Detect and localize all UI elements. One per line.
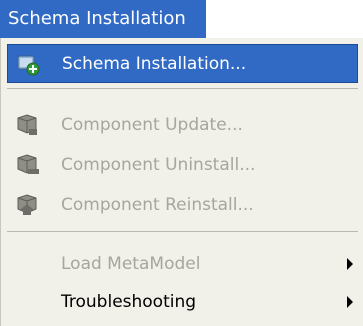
menu-item-component-update[interactable]: Component Update... [7, 105, 358, 144]
schema-install-icon [16, 53, 42, 77]
component-uninstall-icon [15, 153, 41, 177]
menu-separator [7, 231, 358, 233]
menu-separator [7, 88, 358, 90]
menu-item-label: Component Reinstall... [61, 194, 254, 215]
menu-item-troubleshooting[interactable]: Troubleshooting [7, 282, 358, 321]
menu-item-label: Schema Installation... [62, 53, 247, 74]
menu-item-load-metamodel[interactable]: Load MetaModel [7, 244, 358, 283]
menu-item-label: Load MetaModel [61, 253, 201, 274]
component-update-icon [15, 113, 41, 137]
submenu-arrow-icon [347, 257, 353, 270]
menu-item-label: Component Uninstall... [61, 154, 256, 175]
menu-item-component-uninstall[interactable]: Component Uninstall... [7, 145, 358, 184]
menu-item-component-reinstall[interactable]: Component Reinstall... [7, 185, 358, 224]
menu-item-label: Troubleshooting [61, 291, 197, 312]
menu-item-label: Component Update... [61, 114, 243, 135]
menu-item-schema-installation[interactable]: Schema Installation... [7, 44, 358, 83]
submenu-arrow-icon [347, 295, 353, 308]
menubar-schema-installation[interactable]: Schema Installation [0, 0, 206, 38]
component-reinstall-icon [15, 193, 41, 217]
menubar-title-label: Schema Installation [8, 8, 186, 29]
dropdown-menu: Schema Installation... Component Update.… [0, 38, 363, 326]
